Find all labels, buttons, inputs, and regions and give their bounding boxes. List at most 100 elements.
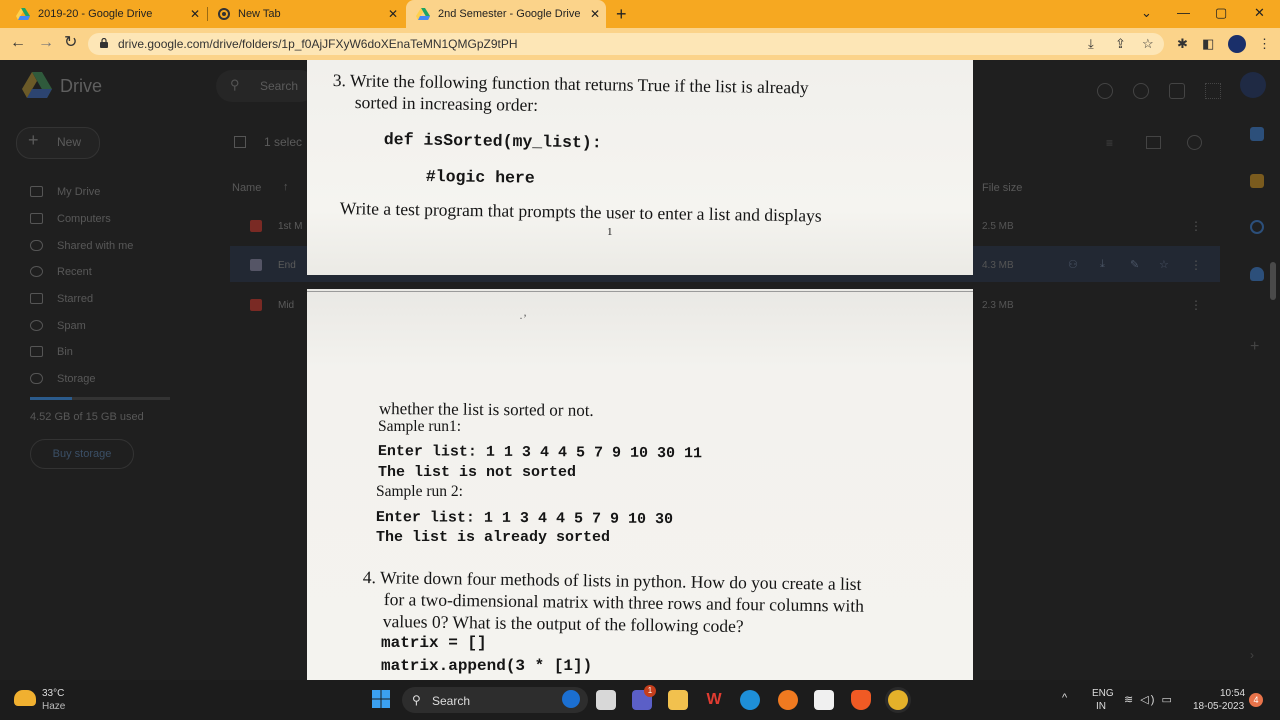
code-matrix-init: matrix = [] (381, 634, 487, 652)
sample-run-2-input: Enter list: 1 1 3 4 4 5 7 9 10 30 (375, 509, 674, 529)
url-text[interactable]: drive.google.com/drive/folders/1p_f0AjJF… (118, 37, 518, 51)
rename-icon[interactable]: ✎ (1130, 258, 1139, 271)
trash-icon (30, 346, 43, 357)
storage-usage-text: 4.52 GB of 15 GB used (30, 411, 144, 423)
bookmark-star-icon[interactable]: ☆ (1142, 36, 1154, 52)
maximize-button[interactable]: ▢ (1215, 4, 1227, 22)
clock-date[interactable]: 18-05-2023 (1193, 701, 1244, 712)
notification-count-badge[interactable]: 4 (1249, 693, 1263, 707)
sidebar-item-bin[interactable]: Bin (57, 346, 73, 358)
tab-new-tab[interactable]: New Tab ✕ (208, 0, 404, 28)
file-size: 2.3 MB (982, 300, 1014, 311)
extensions-icon[interactable]: ✱ (1177, 36, 1188, 52)
get-addons-icon[interactable]: + (1250, 338, 1259, 356)
edge-icon[interactable] (740, 690, 760, 710)
clock-icon (30, 266, 43, 277)
share-person-icon[interactable]: ⚇ (1068, 258, 1078, 271)
tasks-icon[interactable] (1250, 220, 1264, 234)
forward-button[interactable]: → (38, 34, 54, 52)
star-file-icon[interactable]: ☆ (1159, 258, 1169, 271)
microsoft-store-icon[interactable] (814, 690, 834, 710)
tab-search-dropdown-icon[interactable]: ⌄ (1141, 4, 1152, 22)
scrollbar-thumb[interactable] (1270, 262, 1276, 300)
sample-run-1-input: Enter list: 1 1 3 4 4 5 7 9 10 30 11 (377, 443, 703, 463)
storage-bar-fill (30, 397, 72, 400)
sidebar-item-computers[interactable]: Computers (57, 213, 111, 225)
details-info-icon[interactable] (1187, 135, 1202, 150)
grid-view-icon[interactable] (1146, 136, 1161, 149)
taskbar-search-label: Search (432, 694, 471, 708)
calendar-icon[interactable] (1250, 127, 1264, 141)
document-page-2: ·’ whether the list is sorted or not. Sa… (307, 289, 973, 680)
chrome-taskbar-icon[interactable] (888, 690, 908, 710)
teams-badge: 1 (644, 685, 656, 697)
more-actions-icon[interactable]: ⋮ (1190, 258, 1202, 272)
contacts-icon[interactable] (1250, 267, 1264, 281)
account-avatar[interactable] (1240, 72, 1266, 98)
new-tab-button[interactable]: + (616, 5, 627, 23)
close-icon[interactable]: ✕ (590, 7, 600, 21)
settings-gear-icon[interactable] (1169, 83, 1185, 99)
tray-overflow-icon[interactable]: ^ (1062, 692, 1067, 704)
sidebar-item-spam[interactable]: Spam (57, 320, 86, 332)
keep-icon[interactable] (1250, 174, 1264, 188)
tab-2019-20-drive[interactable]: 2019-20 - Google Drive ✕ (6, 0, 206, 28)
bing-icon[interactable] (562, 690, 580, 708)
offline-status-icon[interactable] (1097, 83, 1113, 99)
download-icon[interactable]: ⤓ (1100, 258, 1105, 271)
checkbox-checked-icon[interactable] (250, 259, 262, 271)
minimize-button[interactable]: — (1177, 4, 1190, 22)
tab-label: 2nd Semester - Google Drive (438, 8, 581, 20)
column-header-file-size[interactable]: File size (982, 182, 1022, 194)
buy-storage-button[interactable]: Buy storage (30, 439, 134, 469)
windows-start-icon[interactable] (372, 690, 390, 708)
clock-time[interactable]: 10:54 (1220, 688, 1245, 699)
sort-arrow-icon[interactable]: ↑ (283, 181, 289, 193)
close-icon[interactable]: ✕ (388, 7, 398, 21)
back-button[interactable]: ← (10, 34, 26, 52)
file-explorer-icon[interactable] (668, 690, 688, 710)
weather-condition[interactable]: Haze (42, 701, 65, 712)
task-view-icon[interactable] (596, 690, 616, 710)
weather-temperature[interactable]: 33°C (42, 688, 64, 699)
more-actions-icon[interactable]: ⋮ (1190, 219, 1202, 233)
taskbar-search-box[interactable] (402, 687, 588, 713)
search-icon: ⚲ (230, 77, 240, 92)
code-matrix-append: matrix.append(3 * [1]) (381, 657, 593, 675)
share-icon[interactable]: ⇪ (1115, 36, 1126, 52)
tab-2nd-semester-drive[interactable]: 2nd Semester - Google Drive ✕ (406, 0, 606, 28)
sidebar-item-storage[interactable]: Storage (57, 373, 96, 385)
apps-grid-icon[interactable] (1205, 83, 1221, 99)
help-icon[interactable] (1133, 83, 1149, 99)
drive-app-name: Drive (60, 76, 103, 96)
sidebar-item-shared[interactable]: Shared with me (57, 240, 133, 252)
filter-icon[interactable]: ≡ (1106, 136, 1113, 150)
chevron-right-icon[interactable]: › (1250, 648, 1254, 662)
sidebar-item-starred[interactable]: Starred (57, 293, 93, 305)
brave-icon[interactable] (851, 690, 871, 710)
browser-menu-icon[interactable]: ⋮ (1258, 36, 1271, 52)
drive-search-input[interactable]: ⚲ Search (216, 70, 316, 102)
region-indicator[interactable]: IN (1096, 701, 1106, 712)
column-header-name[interactable]: Name (232, 182, 261, 194)
install-app-icon[interactable]: ⤓ (1088, 36, 1094, 52)
wps-office-icon[interactable]: W (704, 690, 724, 710)
sidebar-item-my-drive[interactable]: My Drive (57, 186, 100, 198)
my-drive-icon (30, 186, 43, 197)
deselect-checkbox[interactable] (234, 136, 246, 148)
language-indicator[interactable]: ENG (1092, 688, 1114, 699)
side-panel-icon[interactable]: ◧ (1202, 36, 1214, 52)
sample-run-2-output: The list is already sorted (376, 529, 611, 546)
weather-haze-icon[interactable] (14, 690, 36, 706)
network-sound-battery-icons[interactable]: ≋ ◁) ▭ (1124, 693, 1174, 706)
sidebar-item-recent[interactable]: Recent (57, 266, 92, 278)
reload-button[interactable]: ↻ (64, 34, 77, 52)
pdf-file-icon (250, 299, 262, 311)
firefox-icon[interactable] (778, 690, 798, 710)
window-close-button[interactable]: ✕ (1254, 4, 1265, 22)
profile-avatar[interactable] (1228, 35, 1246, 53)
file-name: 1st M (278, 221, 303, 232)
lock-icon[interactable] (100, 38, 108, 48)
more-actions-icon[interactable]: ⋮ (1190, 298, 1202, 312)
close-icon[interactable]: ✕ (190, 7, 200, 21)
